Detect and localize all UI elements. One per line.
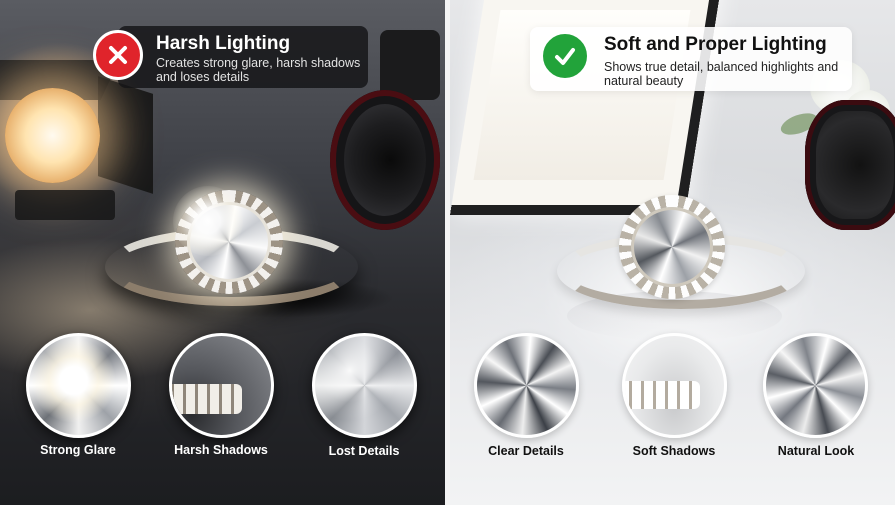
soft-description: Shows true detail, balanced highlights a… [604, 60, 839, 88]
cross-icon [93, 30, 143, 80]
glare-flare [173, 186, 243, 256]
soft-shadows-closeup [622, 333, 727, 438]
natural-look-label: Natural Look [777, 444, 855, 458]
camera-blurred-right [805, 100, 895, 240]
natural-look-closeup [763, 333, 868, 438]
strong-glare-label: Strong Glare [40, 443, 116, 457]
checkmark-icon [540, 31, 590, 81]
clear-details-closeup [474, 333, 579, 438]
harsh-shadows-label: Harsh Shadows [174, 443, 268, 457]
clear-details-label: Clear Details [488, 444, 564, 458]
comparison-image: Harsh Lighting Creates strong glare, har… [0, 0, 895, 505]
lost-details-closeup [312, 333, 417, 438]
soft-title: Soft and Proper Lighting [604, 34, 827, 55]
ring-soft [557, 195, 805, 341]
harsh-title: Harsh Lighting [156, 33, 291, 54]
strong-glare-closeup [26, 333, 131, 438]
ring-harsh [105, 186, 395, 318]
lamp-stand [15, 190, 115, 220]
lost-details-label: Lost Details [328, 444, 400, 458]
soft-shadows-label: Soft Shadows [632, 444, 716, 458]
harsh-description: Creates strong glare, harsh shadows and … [156, 56, 361, 84]
harsh-shadows-closeup [169, 333, 274, 438]
